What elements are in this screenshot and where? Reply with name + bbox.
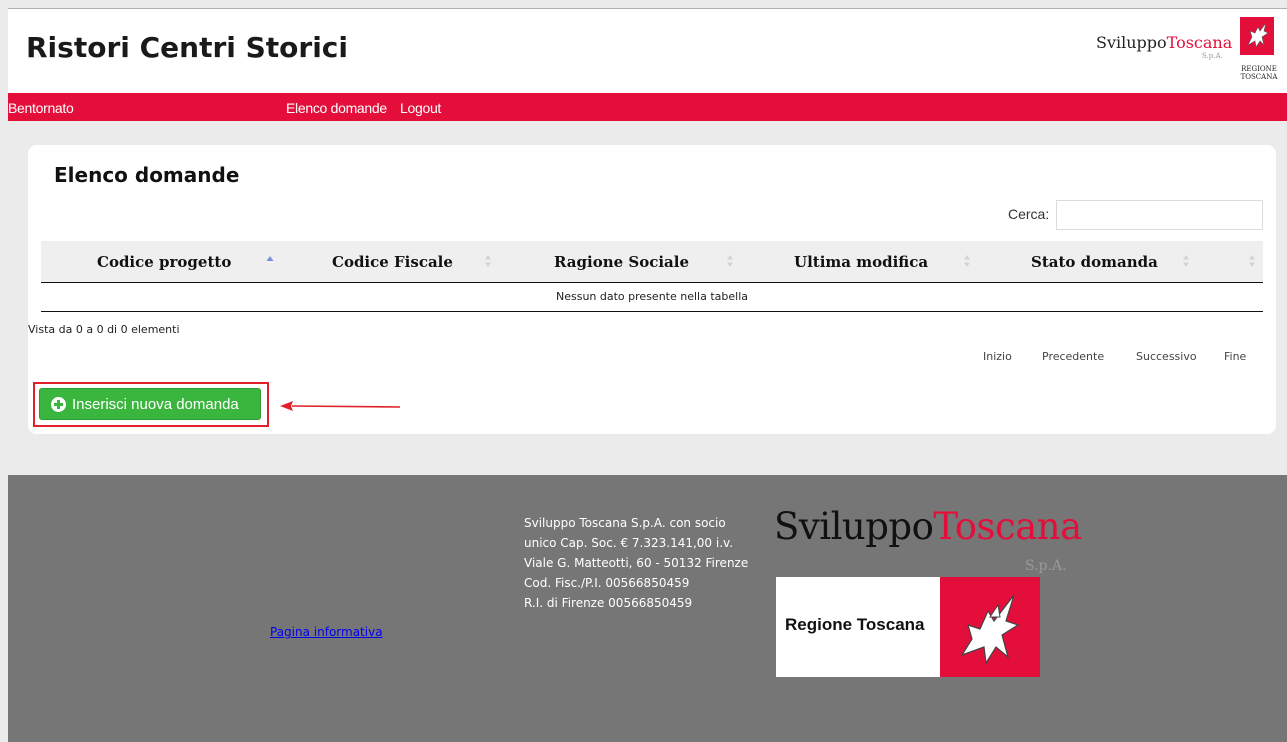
sort-both-icon — [727, 255, 733, 267]
app-title: Ristori Centri Storici — [26, 31, 348, 64]
page-header: Ristori Centri Storici SviluppoToscana S… — [8, 9, 1287, 93]
logo-text-toscana: Toscana — [1166, 33, 1233, 52]
company-info-line: R.I. di Firenze 00566850459 — [524, 596, 693, 610]
search-label: Cerca: — [1008, 206, 1050, 222]
column-header-actions[interactable] — [1214, 241, 1263, 282]
sort-both-icon — [1183, 255, 1189, 267]
regione-label-line1: REGIONE — [1241, 65, 1277, 73]
sort-both-icon — [485, 255, 491, 267]
main-navbar: Bentornato Elenco domande Logout — [8, 93, 1287, 121]
search-input[interactable] — [1056, 200, 1263, 230]
company-info: Sviluppo Toscana S.p.A. con socio unico … — [524, 513, 748, 613]
column-label: Ultima modifica — [794, 253, 929, 271]
nav-welcome-text: Bentornato — [8, 100, 74, 116]
column-header-ultima-modifica[interactable]: Ultima modifica — [771, 241, 984, 282]
regione-red-panel — [940, 577, 1040, 677]
pegasus-icon — [960, 594, 1020, 665]
page-title: Elenco domande — [54, 163, 240, 187]
regione-toscana-text: Regione Toscana — [785, 615, 925, 634]
company-info-line: unico Cap. Soc. € 7.323.141,00 i.v. — [524, 536, 734, 550]
logo-spa-text: S.p.A. — [1202, 52, 1223, 60]
footer-logo-spa: S.p.A. — [1025, 558, 1067, 574]
add-domanda-button-label: Inserisci nuova domanda — [72, 395, 239, 413]
empty-table-message: Nessun dato presente nella tabella — [556, 290, 748, 303]
company-info-line: Sviluppo Toscana S.p.A. con socio — [524, 516, 726, 530]
pagination-last[interactable]: Fine — [1224, 350, 1246, 363]
column-header-ragione-sociale[interactable]: Ragione Sociale — [531, 241, 771, 282]
sort-both-icon — [964, 255, 970, 267]
elenco-domande-panel: Elenco domande Cerca: Codice progetto Co… — [28, 145, 1276, 434]
column-header-codice-progetto[interactable]: Codice progetto — [41, 241, 287, 282]
pagina-informativa-link[interactable]: Pagina informativa — [270, 625, 383, 639]
footer-logo-toscana: Toscana — [933, 505, 1082, 548]
sort-both-icon — [1249, 255, 1255, 267]
nav-elenco-domande-link[interactable]: Elenco domande — [286, 100, 387, 116]
pagination-first[interactable]: Inizio — [983, 350, 1012, 363]
table-info: Vista da 0 a 0 di 0 elementi — [28, 323, 180, 336]
pagination-next[interactable]: Successivo — [1136, 350, 1197, 363]
column-label: Stato domanda — [1031, 253, 1158, 271]
logo-text-sviluppo: Sviluppo — [1096, 33, 1167, 52]
regione-toscana-pegasus-icon — [1240, 17, 1274, 55]
add-domanda-button[interactable]: Inserisci nuova domanda — [39, 388, 261, 420]
sviluppo-toscana-logo: SviluppoToscana — [1096, 33, 1232, 52]
regione-toscana-label: REGIONE TOSCANA — [1235, 65, 1283, 81]
annotation-arrow-icon — [280, 401, 401, 411]
column-label: Codice progetto — [97, 253, 232, 271]
regione-toscana-logo-box: Regione Toscana — [776, 577, 1040, 677]
regione-label-line2: TOSCANA — [1240, 73, 1278, 81]
domande-table: Codice progetto Codice Fiscale Ragione S… — [41, 241, 1263, 312]
pagination-previous[interactable]: Precedente — [1042, 350, 1104, 363]
footer-sviluppo-toscana-logo: SviluppoToscana — [774, 505, 1082, 548]
nav-logout-link[interactable]: Logout — [400, 100, 441, 116]
column-label: Ragione Sociale — [554, 253, 690, 271]
table-body: Nessun dato presente nella tabella — [41, 283, 1263, 312]
page-footer: Pagina informativa Sviluppo Toscana S.p.… — [8, 475, 1287, 742]
footer-logo-sviluppo: Sviluppo — [774, 505, 934, 548]
company-info-line: Cod. Fisc./P.I. 00566850459 — [524, 576, 690, 590]
company-info-line: Viale G. Matteotti, 60 - 50132 Firenze — [524, 556, 749, 570]
table-header-row: Codice progetto Codice Fiscale Ragione S… — [41, 241, 1263, 283]
column-header-stato-domanda[interactable]: Stato domanda — [984, 241, 1214, 282]
column-label: Codice Fiscale — [332, 253, 453, 271]
plus-circle-icon — [51, 396, 66, 412]
sort-asc-icon — [266, 256, 274, 261]
column-header-codice-fiscale[interactable]: Codice Fiscale — [287, 241, 531, 282]
